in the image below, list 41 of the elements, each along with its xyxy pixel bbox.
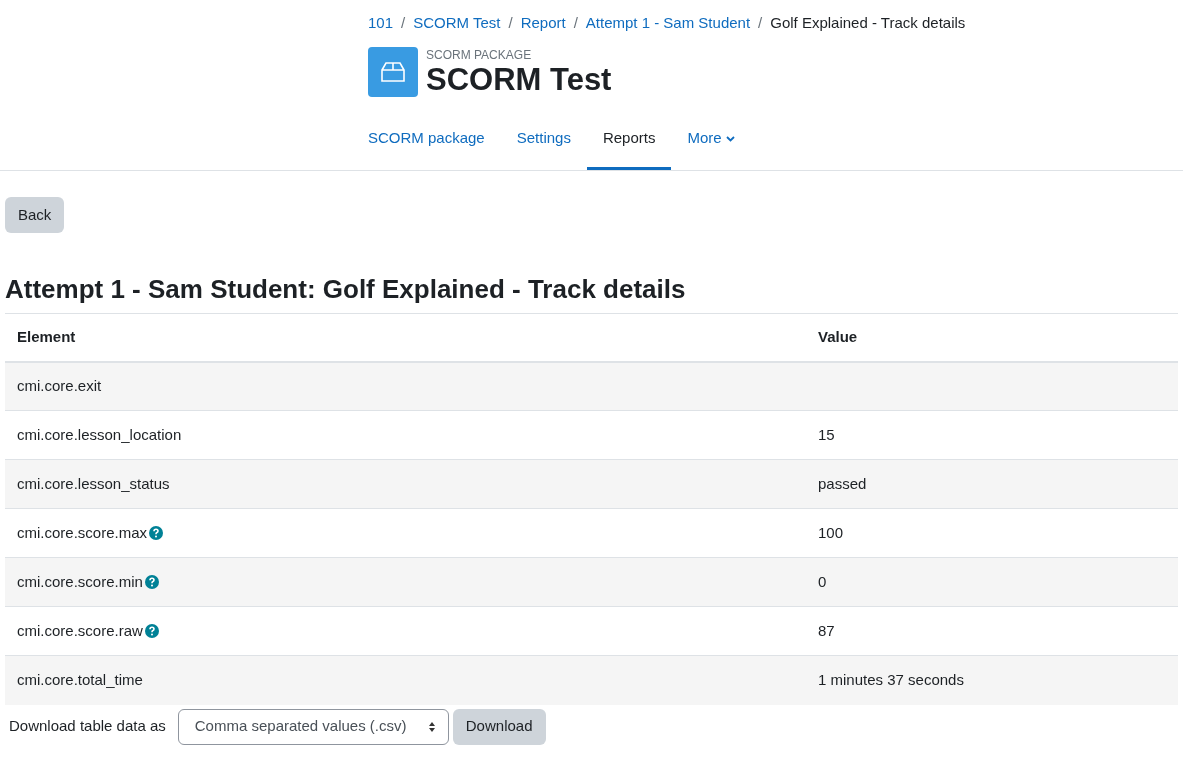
table-cell: 87 [818,621,835,639]
nav-tab[interactable]: SCORM package [352,110,501,170]
format-select[interactable]: Comma separated values (.csv) [177,708,449,745]
table-cell: 100 [818,523,844,541]
breadcrumb-link[interactable]: 101 [368,11,394,35]
nav-tab[interactable]: Reports [586,110,672,170]
package-icon [368,47,418,97]
back-button[interactable]: Back [5,197,65,233]
nav-tab[interactable]: Settings [500,110,587,170]
page-title: SCORM Test [426,63,612,97]
breadcrumb-link[interactable]: Attempt 1 - Sam Student [585,11,751,35]
table-cell-text: cmi.core.exit [17,376,102,396]
download-label: Download table data as [9,716,166,737]
breadcrumb-separator: / [508,12,513,33]
section-heading: Attempt 1 - Sam Student: Golf Explained - Track details [5,273,687,305]
breadcrumb-separator: / [758,12,763,33]
breadcrumb-current: Golf Explained - Track details [770,12,966,33]
breadcrumb-separator: / [401,12,406,33]
help-icon[interactable] [144,624,159,638]
chevron-down-icon [725,135,735,142]
breadcrumb-separator: / [573,12,578,33]
column-header: Element [5,313,806,362]
table-cell: passed [818,474,867,492]
help-icon[interactable] [144,575,159,589]
table-cell: 1 minutes 37 seconds [818,671,964,688]
nav-tab[interactable]: More [671,110,751,170]
table-cell-text: cmi.core.score.raw [17,620,143,641]
table-cell: 0 [818,572,827,590]
breadcrumb-link[interactable]: Report [520,11,566,35]
help-icon[interactable] [149,526,164,540]
table-cell-text: cmi.core.score.min [17,571,143,592]
table-cell: 15 [818,425,835,443]
download-button[interactable]: Download [452,708,546,745]
table-cell-text: cmi.core.lesson_status [17,473,170,494]
table-cell-text: cmi.core.total_time [17,670,143,690]
table-cell-text: cmi.core.score.max [17,522,148,543]
breadcrumb-link[interactable]: SCORM Test [413,11,501,35]
table-cell-text: cmi.core.lesson_location [17,424,182,445]
sort-arrows-icon [427,720,436,733]
column-header: Value [806,313,1178,362]
header-subtitle: SCORM PACKAGE [426,47,533,63]
